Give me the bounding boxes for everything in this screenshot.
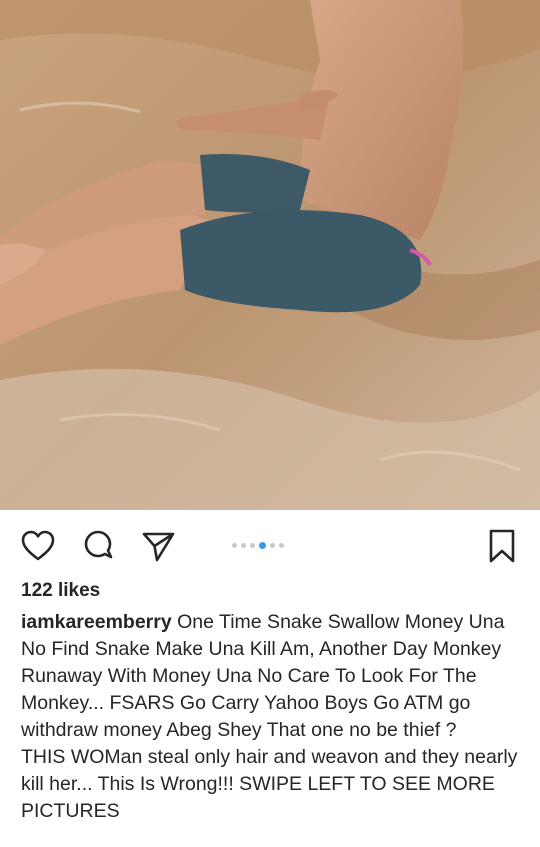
carousel-dot: [241, 542, 246, 548]
heart-icon[interactable]: [20, 528, 56, 564]
carousel-dot: [232, 542, 237, 548]
carousel-dot-active: [259, 541, 266, 549]
paper-plane-icon[interactable]: [140, 528, 176, 564]
caption-text-part2: THIS WOMan steal only hair and weavon an…: [21, 746, 518, 822]
carousel-dot: [270, 542, 275, 548]
bookmark-icon[interactable]: [484, 528, 520, 564]
comment-bubble-icon[interactable]: [80, 528, 116, 564]
caption-username[interactable]: iamkareemberry: [21, 611, 172, 633]
carousel-indicator: [232, 540, 284, 550]
post-photo[interactable]: [0, 0, 540, 510]
carousel-dot: [250, 542, 255, 548]
like-count[interactable]: 122 likes: [21, 580, 100, 602]
post-photo-image: [0, 0, 540, 510]
post-caption: iamkareemberry One Time Snake Swallow Mo…: [21, 609, 526, 825]
post-action-bar: [0, 518, 540, 572]
carousel-dot: [279, 542, 284, 548]
